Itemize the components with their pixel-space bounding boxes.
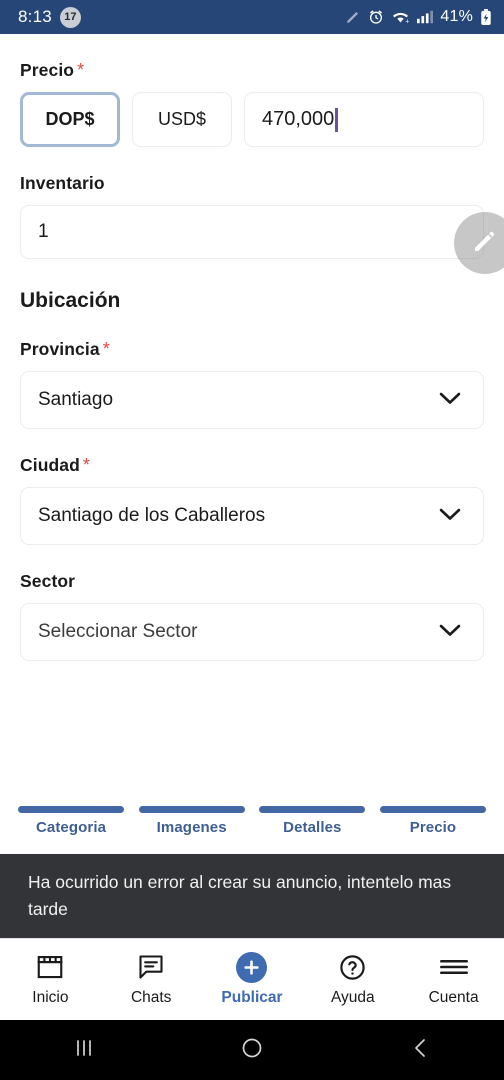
- sector-label: Sector: [20, 571, 76, 591]
- price-label: Precio *: [20, 60, 85, 80]
- currency-option-dop[interactable]: DOP$: [20, 92, 120, 147]
- nav-label: Chats: [130, 989, 172, 1006]
- inventory-input-value: 1: [38, 221, 49, 242]
- chat-bubble-icon: [137, 952, 165, 982]
- required-asterisk: *: [82, 455, 91, 475]
- error-toast-message: Ha ocurrido un error al crear su anuncio…: [28, 872, 452, 919]
- step-indicator: Categoria Imagenes Detalles Precio: [0, 806, 504, 836]
- edit-fab-button[interactable]: [454, 212, 504, 274]
- chevron-down-icon: [439, 389, 461, 411]
- battery-charging-icon: [480, 8, 492, 26]
- sector-select-value: Seleccionar Sector: [38, 621, 198, 642]
- status-time: 8:13: [18, 7, 52, 26]
- city-select-value: Santiago de los Caballeros: [38, 505, 266, 526]
- step-label: Detalles: [283, 819, 342, 836]
- home-circle-icon: [241, 1037, 263, 1064]
- currency-option-usd[interactable]: USD$: [132, 92, 232, 147]
- city-select[interactable]: Santiago de los Caballeros: [20, 487, 484, 545]
- inventory-label: Inventario: [20, 173, 105, 193]
- nav-item-inicio[interactable]: Inicio: [0, 952, 101, 1007]
- step-bar: [379, 806, 486, 813]
- province-label: Provincia *: [20, 339, 110, 359]
- chevron-down-icon: [439, 621, 461, 643]
- nav-item-ayuda[interactable]: Ayuda: [302, 952, 403, 1007]
- location-section-heading: Ubicación: [20, 289, 121, 312]
- step-label: Imagenes: [156, 819, 227, 836]
- edit-pencil-icon: [470, 226, 500, 261]
- nav-label: Ayuda: [330, 989, 375, 1006]
- back-chevron-icon: [411, 1037, 429, 1064]
- back-button[interactable]: [336, 1037, 504, 1064]
- nav-label: Publicar: [221, 989, 283, 1006]
- nav-label: Cuenta: [428, 989, 479, 1006]
- nav-item-publicar[interactable]: Publicar: [202, 951, 303, 1007]
- pencil-icon: [345, 9, 361, 25]
- recents-button[interactable]: [0, 1038, 168, 1063]
- app-root: 8:13 17 + 41% Precio * DOP$ USD$ 470,000…: [0, 0, 504, 1080]
- form-content: Precio * DOP$ USD$ 470,000 Inventario 1 U…: [0, 34, 504, 806]
- status-bar-left: 8:13 17: [18, 6, 81, 28]
- province-select-value: Santiago: [38, 389, 114, 410]
- step-label: Precio: [409, 819, 457, 836]
- hamburger-menu-icon: [439, 952, 469, 982]
- recents-icon: [73, 1038, 95, 1063]
- question-circle-icon: [338, 952, 367, 982]
- notification-count-badge: 17: [59, 6, 81, 28]
- province-select[interactable]: Santiago: [20, 371, 484, 429]
- status-bar: 8:13 17 + 41%: [0, 0, 504, 34]
- step-bar: [259, 806, 366, 813]
- required-asterisk: *: [77, 60, 85, 80]
- storefront-icon: [35, 952, 65, 982]
- bottom-navigation: Inicio Chats Publicar Ayuda Cuenta: [0, 938, 504, 1020]
- svg-text:+: +: [406, 17, 410, 25]
- step-bar: [18, 806, 124, 813]
- step-bar: [138, 806, 245, 813]
- price-input-value: 470,000: [262, 108, 335, 130]
- step-detalles[interactable]: Detalles: [259, 806, 366, 836]
- step-precio[interactable]: Precio: [379, 806, 486, 836]
- step-label: Categoria: [35, 819, 107, 836]
- wifi-icon: +: [391, 9, 410, 25]
- nav-item-chats[interactable]: Chats: [101, 952, 202, 1007]
- nav-label: Inicio: [32, 989, 69, 1006]
- chevron-down-icon: [439, 505, 461, 527]
- alarm-icon: [368, 9, 384, 25]
- home-button[interactable]: [168, 1037, 336, 1064]
- plus-circle-icon: [236, 951, 268, 983]
- status-bar-right: + 41%: [345, 8, 492, 26]
- required-asterisk: *: [102, 339, 110, 359]
- sector-select[interactable]: Seleccionar Sector: [20, 603, 484, 661]
- price-row: DOP$ USD$ 470,000: [20, 92, 484, 147]
- signal-icon: [417, 10, 434, 24]
- step-imagenes[interactable]: Imagenes: [138, 806, 245, 836]
- inventory-input[interactable]: 1: [20, 205, 484, 259]
- android-system-nav: [0, 1020, 504, 1080]
- text-caret: [335, 107, 338, 132]
- nav-item-cuenta[interactable]: Cuenta: [403, 952, 504, 1007]
- step-categoria[interactable]: Categoria: [18, 806, 124, 836]
- city-label: Ciudad *: [20, 455, 91, 475]
- error-toast: Ha ocurrido un error al crear su anuncio…: [0, 854, 504, 938]
- battery-percent-label: 41%: [440, 8, 473, 25]
- price-input[interactable]: 470,000: [244, 92, 484, 147]
